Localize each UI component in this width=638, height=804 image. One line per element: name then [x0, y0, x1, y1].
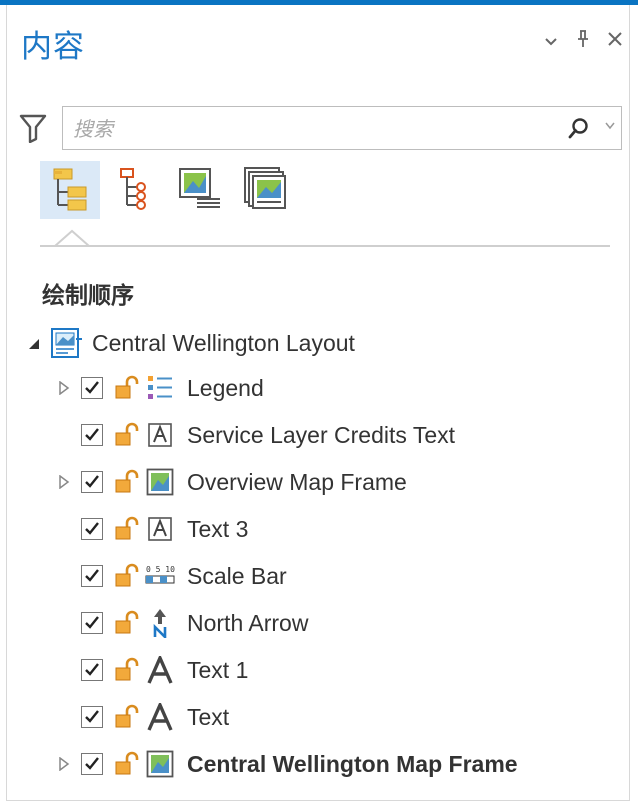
text-icon: [145, 655, 175, 685]
unlock-icon[interactable]: [114, 469, 140, 495]
unlock-icon[interactable]: [114, 563, 140, 589]
tree-item-label: Text: [187, 703, 230, 730]
close-icon[interactable]: [604, 30, 626, 52]
tab-source[interactable]: [170, 161, 230, 219]
search-options-dropdown-icon[interactable]: [605, 119, 615, 133]
unlock-icon[interactable]: [114, 657, 140, 683]
active-tab-indicator: [54, 229, 90, 252]
chevron-down-icon[interactable]: [540, 30, 562, 52]
list-by-map-frames-icon: [242, 165, 288, 216]
pane-title: 内容: [21, 29, 85, 65]
visibility-checkbox[interactable]: [81, 424, 103, 446]
unlock-icon[interactable]: [114, 610, 140, 636]
text-box-icon: [145, 420, 175, 450]
list-by-drawing-order-icon: [48, 165, 92, 216]
tree-item-label: Service Layer Credits Text: [187, 421, 456, 448]
tree-item-label: North Arrow: [187, 609, 309, 636]
pane-window-controls: [540, 30, 626, 52]
unlock-icon[interactable]: [114, 375, 140, 401]
scale-bar-icon: 0 5 10: [145, 561, 175, 591]
search-input[interactable]: [71, 113, 555, 145]
tree-root-label: Central Wellington Layout: [92, 329, 355, 356]
tree-item-label: Overview Map Frame: [187, 468, 407, 495]
north-arrow-icon: [145, 608, 175, 638]
search-box[interactable]: [62, 106, 622, 150]
tab-divider: [40, 245, 610, 247]
map-frame-icon: [145, 467, 175, 497]
visibility-checkbox[interactable]: [81, 659, 103, 681]
unlock-icon[interactable]: [114, 704, 140, 730]
tab-selection[interactable]: [105, 161, 165, 219]
tab-drawing-order[interactable]: [40, 161, 100, 219]
text-icon: [145, 702, 175, 732]
text-box-icon: [145, 514, 175, 544]
tree-item-label: Legend: [187, 374, 264, 401]
tree-item-label: Scale Bar: [187, 562, 287, 589]
visibility-checkbox[interactable]: [81, 565, 103, 587]
unlock-icon[interactable]: [114, 422, 140, 448]
list-by-source-icon: [177, 166, 223, 215]
visibility-checkbox[interactable]: [81, 612, 103, 634]
visibility-checkbox[interactable]: [81, 377, 103, 399]
section-heading: 绘制顺序: [42, 283, 134, 309]
tree-item-label: Central Wellington Map Frame: [187, 750, 518, 777]
tab-map-frames[interactable]: [235, 161, 295, 219]
unlock-icon[interactable]: [114, 751, 140, 777]
layout-icon: [50, 327, 84, 359]
unlock-icon[interactable]: [114, 516, 140, 542]
map-frame-icon: [145, 749, 175, 779]
visibility-checkbox[interactable]: [81, 471, 103, 493]
filter-icon[interactable]: [19, 113, 47, 148]
expand-arrow-icon[interactable]: [58, 380, 70, 396]
tree-item-label: Text 1: [187, 656, 249, 683]
list-view-tabs: [40, 161, 300, 219]
expand-arrow-icon[interactable]: [58, 756, 70, 772]
pin-icon[interactable]: [572, 30, 594, 52]
tree-root-layout[interactable]: Central Wellington Layout: [20, 323, 355, 363]
list-by-selection-icon: [115, 165, 155, 216]
legend-icon: [145, 373, 175, 403]
expand-arrow-icon[interactable]: [58, 474, 70, 490]
visibility-checkbox[interactable]: [81, 706, 103, 728]
visibility-checkbox[interactable]: [81, 518, 103, 540]
tree-item-label: Text 3: [187, 515, 249, 542]
collapse-arrow-icon[interactable]: [28, 337, 40, 349]
svg-text:0 5 10: 0 5 10: [146, 565, 175, 574]
visibility-checkbox[interactable]: [81, 753, 103, 775]
search-icon[interactable]: [567, 117, 591, 146]
